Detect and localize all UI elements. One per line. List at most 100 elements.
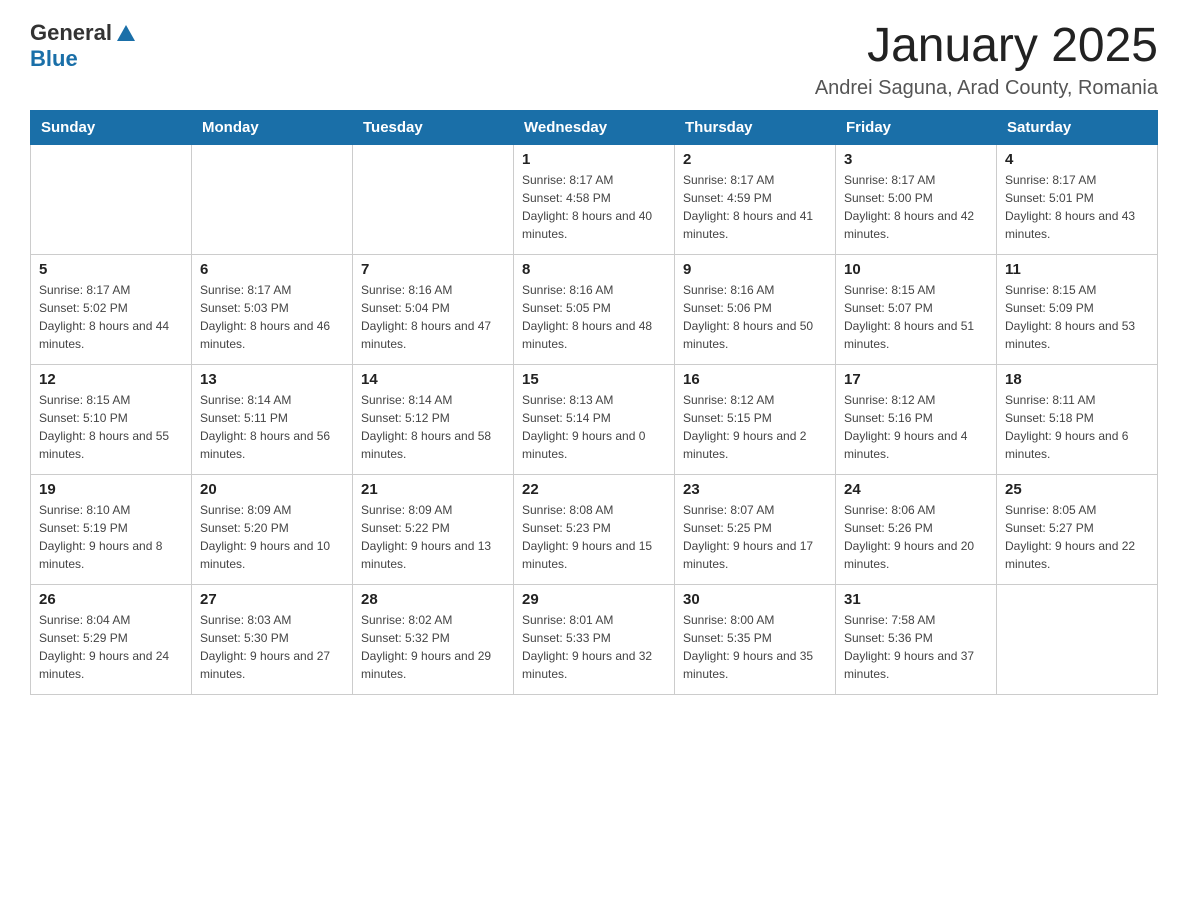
header-thursday: Thursday bbox=[675, 110, 836, 144]
day-info: Sunrise: 8:17 AMSunset: 5:01 PMDaylight:… bbox=[1005, 171, 1149, 243]
day-info: Sunrise: 8:02 AMSunset: 5:32 PMDaylight:… bbox=[361, 611, 505, 683]
day-number: 1 bbox=[522, 151, 666, 168]
day-info: Sunrise: 8:14 AMSunset: 5:11 PMDaylight:… bbox=[200, 391, 344, 463]
day-info: Sunrise: 8:17 AMSunset: 5:02 PMDaylight:… bbox=[39, 281, 183, 353]
day-number: 5 bbox=[39, 261, 183, 278]
day-number: 10 bbox=[844, 261, 988, 278]
table-row: 1 Sunrise: 8:17 AMSunset: 4:58 PMDaylight… bbox=[514, 144, 675, 254]
header-friday: Friday bbox=[836, 110, 997, 144]
table-row bbox=[997, 584, 1158, 694]
day-number: 25 bbox=[1005, 481, 1149, 498]
day-number: 21 bbox=[361, 481, 505, 498]
day-number: 24 bbox=[844, 481, 988, 498]
header-sunday: Sunday bbox=[31, 110, 192, 144]
day-info: Sunrise: 8:16 AMSunset: 5:05 PMDaylight:… bbox=[522, 281, 666, 353]
logo-triangle-icon bbox=[115, 23, 137, 45]
day-info: Sunrise: 8:17 AMSunset: 4:59 PMDaylight:… bbox=[683, 171, 827, 243]
table-row: 26Sunrise: 8:04 AMSunset: 5:29 PMDayligh… bbox=[31, 584, 192, 694]
day-number: 26 bbox=[39, 591, 183, 608]
header-tuesday: Tuesday bbox=[353, 110, 514, 144]
day-info: Sunrise: 8:06 AMSunset: 5:26 PMDaylight:… bbox=[844, 501, 988, 573]
day-number: 11 bbox=[1005, 261, 1149, 278]
table-row: 8 Sunrise: 8:16 AMSunset: 5:05 PMDaylight… bbox=[514, 254, 675, 364]
table-row: 9 Sunrise: 8:16 AMSunset: 5:06 PMDaylight… bbox=[675, 254, 836, 364]
week-row-3: 12 Sunrise: 8:15 AMSunset: 5:10 PMDayligh… bbox=[31, 364, 1158, 474]
day-info: Sunrise: 8:15 AMSunset: 5:10 PMDaylight:… bbox=[39, 391, 183, 463]
day-number: 23 bbox=[683, 481, 827, 498]
day-number: 22 bbox=[522, 481, 666, 498]
table-row: 27Sunrise: 8:03 AMSunset: 5:30 PMDayligh… bbox=[192, 584, 353, 694]
table-row: 7 Sunrise: 8:16 AMSunset: 5:04 PMDaylight… bbox=[353, 254, 514, 364]
day-number: 18 bbox=[1005, 371, 1149, 388]
day-number: 30 bbox=[683, 591, 827, 608]
day-number: 9 bbox=[683, 261, 827, 278]
day-number: 4 bbox=[1005, 151, 1149, 168]
table-row: 25Sunrise: 8:05 AMSunset: 5:27 PMDayligh… bbox=[997, 474, 1158, 584]
table-row: 5 Sunrise: 8:17 AMSunset: 5:02 PMDaylight… bbox=[31, 254, 192, 364]
day-number: 31 bbox=[844, 591, 988, 608]
day-info: Sunrise: 8:15 AMSunset: 5:09 PMDaylight:… bbox=[1005, 281, 1149, 353]
table-row: 23Sunrise: 8:07 AMSunset: 5:25 PMDayligh… bbox=[675, 474, 836, 584]
weekday-header-row: Sunday Monday Tuesday Wednesday Thursday… bbox=[31, 110, 1158, 144]
day-number: 29 bbox=[522, 591, 666, 608]
week-row-4: 19Sunrise: 8:10 AMSunset: 5:19 PMDayligh… bbox=[31, 474, 1158, 584]
day-number: 6 bbox=[200, 261, 344, 278]
table-row: 28 Sunrise: 8:02 AMSunset: 5:32 PMDayligh… bbox=[353, 584, 514, 694]
day-info: Sunrise: 8:16 AMSunset: 5:04 PMDaylight:… bbox=[361, 281, 505, 353]
table-row: 17 Sunrise: 8:12 AMSunset: 5:16 PMDayligh… bbox=[836, 364, 997, 474]
table-row: 24 Sunrise: 8:06 AMSunset: 5:26 PMDayligh… bbox=[836, 474, 997, 584]
table-row: 19Sunrise: 8:10 AMSunset: 5:19 PMDayligh… bbox=[31, 474, 192, 584]
table-row: 12 Sunrise: 8:15 AMSunset: 5:10 PMDayligh… bbox=[31, 364, 192, 474]
header-wednesday: Wednesday bbox=[514, 110, 675, 144]
day-info: Sunrise: 8:13 AMSunset: 5:14 PMDaylight:… bbox=[522, 391, 666, 463]
table-row: 14Sunrise: 8:14 AMSunset: 5:12 PMDayligh… bbox=[353, 364, 514, 474]
day-info: Sunrise: 8:17 AMSunset: 4:58 PMDaylight:… bbox=[522, 171, 666, 243]
table-row: 22Sunrise: 8:08 AMSunset: 5:23 PMDayligh… bbox=[514, 474, 675, 584]
day-info: Sunrise: 8:11 AMSunset: 5:18 PMDaylight:… bbox=[1005, 391, 1149, 463]
day-number: 17 bbox=[844, 371, 988, 388]
calendar-title: January 2025 bbox=[815, 20, 1158, 73]
day-info: Sunrise: 8:16 AMSunset: 5:06 PMDaylight:… bbox=[683, 281, 827, 353]
day-number: 20 bbox=[200, 481, 344, 498]
day-info: Sunrise: 8:01 AMSunset: 5:33 PMDaylight:… bbox=[522, 611, 666, 683]
title-section: January 2025 Andrei Saguna, Arad County,… bbox=[815, 20, 1158, 100]
table-row: 2 Sunrise: 8:17 AMSunset: 4:59 PMDaylight… bbox=[675, 144, 836, 254]
table-row: 30 Sunrise: 8:00 AMSunset: 5:35 PMDayligh… bbox=[675, 584, 836, 694]
day-info: Sunrise: 7:58 AMSunset: 5:36 PMDaylight:… bbox=[844, 611, 988, 683]
day-number: 14 bbox=[361, 371, 505, 388]
day-number: 28 bbox=[361, 591, 505, 608]
day-number: 15 bbox=[522, 371, 666, 388]
day-number: 13 bbox=[200, 371, 344, 388]
day-info: Sunrise: 8:17 AMSunset: 5:03 PMDaylight:… bbox=[200, 281, 344, 353]
table-row: 4 Sunrise: 8:17 AMSunset: 5:01 PMDaylight… bbox=[997, 144, 1158, 254]
table-row: 31 Sunrise: 7:58 AMSunset: 5:36 PMDayligh… bbox=[836, 584, 997, 694]
calendar-table: Sunday Monday Tuesday Wednesday Thursday… bbox=[30, 110, 1158, 695]
table-row bbox=[192, 144, 353, 254]
calendar-subtitle: Andrei Saguna, Arad County, Romania bbox=[815, 77, 1158, 100]
table-row: 29 Sunrise: 8:01 AMSunset: 5:33 PMDayligh… bbox=[514, 584, 675, 694]
day-info: Sunrise: 8:15 AMSunset: 5:07 PMDaylight:… bbox=[844, 281, 988, 353]
table-row: 16Sunrise: 8:12 AMSunset: 5:15 PMDayligh… bbox=[675, 364, 836, 474]
day-number: 19 bbox=[39, 481, 183, 498]
table-row bbox=[353, 144, 514, 254]
table-row: 6 Sunrise: 8:17 AMSunset: 5:03 PMDaylight… bbox=[192, 254, 353, 364]
day-info: Sunrise: 8:12 AMSunset: 5:16 PMDaylight:… bbox=[844, 391, 988, 463]
header-saturday: Saturday bbox=[997, 110, 1158, 144]
day-number: 8 bbox=[522, 261, 666, 278]
day-number: 2 bbox=[683, 151, 827, 168]
day-info: Sunrise: 8:09 AMSunset: 5:20 PMDaylight:… bbox=[200, 501, 344, 573]
day-info: Sunrise: 8:00 AMSunset: 5:35 PMDaylight:… bbox=[683, 611, 827, 683]
table-row: 13 Sunrise: 8:14 AMSunset: 5:11 PMDayligh… bbox=[192, 364, 353, 474]
day-number: 27 bbox=[200, 591, 344, 608]
day-number: 12 bbox=[39, 371, 183, 388]
day-number: 7 bbox=[361, 261, 505, 278]
day-number: 3 bbox=[844, 151, 988, 168]
table-row: 18 Sunrise: 8:11 AMSunset: 5:18 PMDayligh… bbox=[997, 364, 1158, 474]
table-row: 11 Sunrise: 8:15 AMSunset: 5:09 PMDayligh… bbox=[997, 254, 1158, 364]
table-row: 20 Sunrise: 8:09 AMSunset: 5:20 PMDayligh… bbox=[192, 474, 353, 584]
table-row: 15 Sunrise: 8:13 AMSunset: 5:14 PMDayligh… bbox=[514, 364, 675, 474]
header-monday: Monday bbox=[192, 110, 353, 144]
logo-text-general: General bbox=[30, 20, 112, 46]
day-info: Sunrise: 8:09 AMSunset: 5:22 PMDaylight:… bbox=[361, 501, 505, 573]
week-row-1: 1 Sunrise: 8:17 AMSunset: 4:58 PMDaylight… bbox=[31, 144, 1158, 254]
